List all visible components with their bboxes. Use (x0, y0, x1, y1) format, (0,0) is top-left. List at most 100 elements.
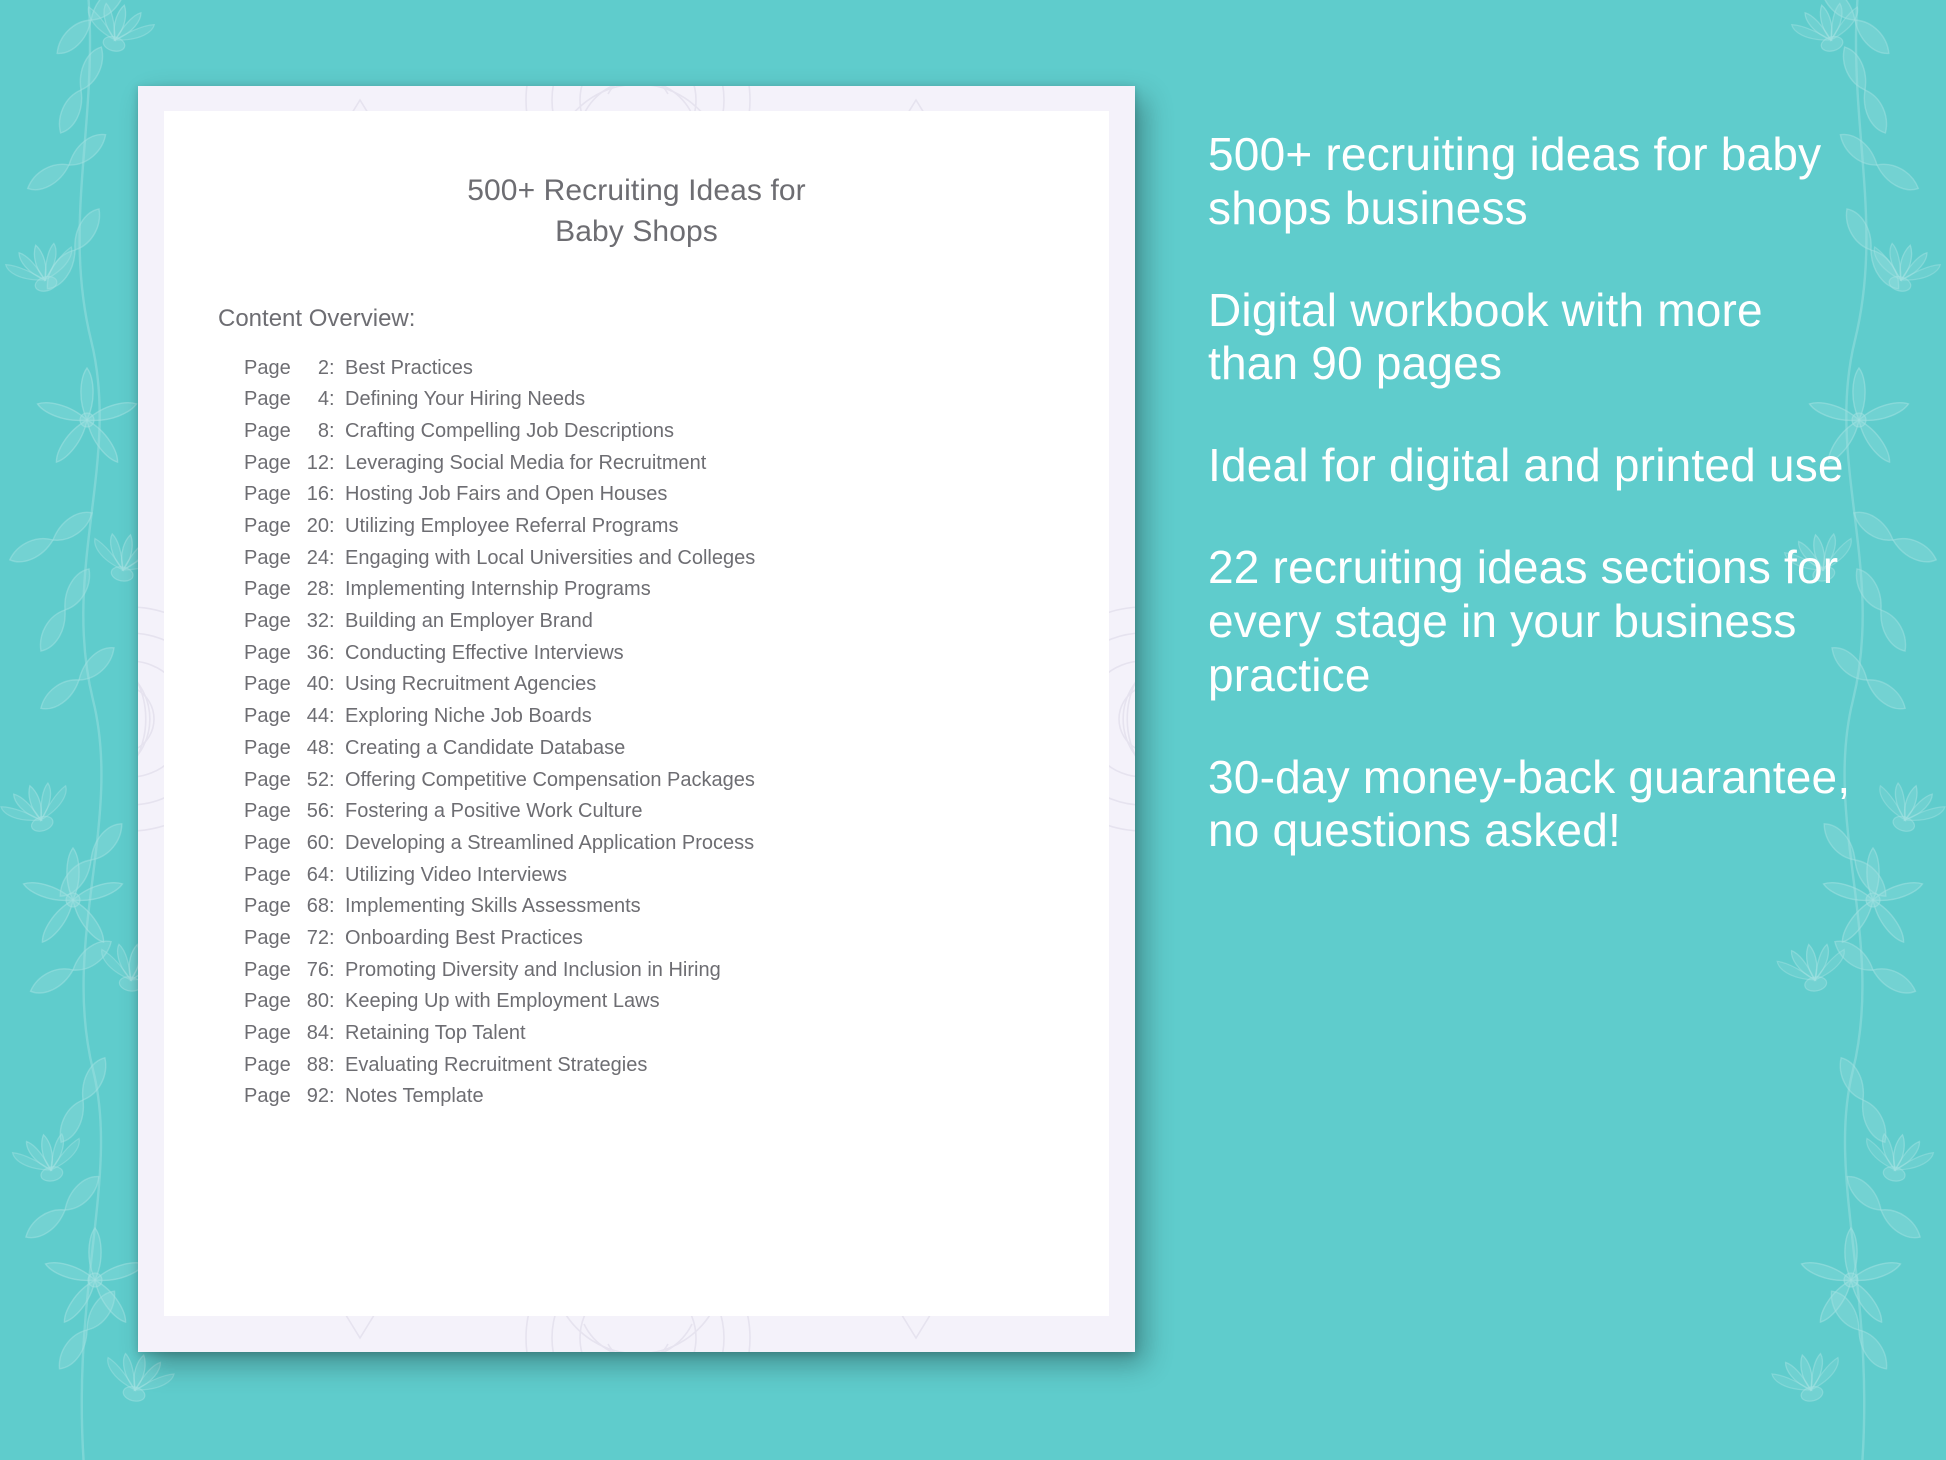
toc-entry-title: Building an Employer Brand (345, 610, 593, 633)
toc-colon: : (329, 546, 335, 569)
content-overview-label: Content Overview: (218, 304, 416, 332)
toc-page-label: Page (244, 831, 291, 854)
toc-colon: : (329, 388, 335, 411)
table-of-contents-row: Page 92: Notes Template (244, 1085, 1109, 1117)
toc-colon: : (329, 926, 335, 949)
document-page: 500+ Recruiting Ideas for Baby Shops Cont… (138, 86, 1135, 1352)
table-of-contents-row: Page 84: Retaining Top Talent (244, 1022, 1109, 1054)
toc-page-number: 32 (306, 610, 329, 633)
toc-page-number: 2 (317, 356, 329, 379)
background-canvas: 500+ Recruiting Ideas for Baby Shops Cont… (0, 0, 1946, 1460)
toc-page-label: Page (244, 958, 291, 981)
toc-entry-title: Keeping Up with Employment Laws (345, 990, 660, 1013)
toc-entry-title: Fostering a Positive Work Culture (345, 800, 643, 823)
toc-colon: : (329, 483, 335, 506)
toc-colon: : (329, 515, 335, 538)
toc-colon: : (329, 1053, 335, 1076)
toc-page-label: Page (244, 451, 291, 474)
table-of-contents-row: Page 48: Creating a Candidate Database (244, 737, 1109, 769)
marketing-bullet: 22 recruiting ideas sections for every s… (1208, 541, 1839, 701)
toc-page-label: Page (244, 895, 291, 918)
toc-page-label: Page (244, 1022, 291, 1045)
toc-page-number: 80 (306, 990, 329, 1013)
toc-page-number: 56 (306, 800, 329, 823)
toc-entry-title: Promoting Diversity and Inclusion in Hir… (345, 958, 721, 981)
toc-colon: : (329, 736, 335, 759)
toc-colon: : (329, 356, 335, 379)
table-of-contents-row: Page 76: Promoting Diversity and Inclusion… (244, 959, 1109, 991)
table-of-contents-row: Page 2: Best Practices (244, 357, 1109, 389)
toc-entry-title: Evaluating Recruitment Strategies (345, 1053, 648, 1076)
toc-page-label: Page (244, 673, 291, 696)
toc-entry-title: Developing a Streamlined Application Pro… (345, 831, 755, 854)
toc-page-number: 68 (306, 895, 329, 918)
toc-entry-title: Implementing Internship Programs (345, 578, 651, 601)
toc-page-label: Page (244, 800, 291, 823)
toc-page-number: 72 (306, 926, 329, 949)
toc-page-label: Page (244, 1053, 291, 1076)
toc-page-label: Page (244, 356, 291, 379)
toc-colon: : (329, 768, 335, 791)
table-of-contents-row: Page 60: Developing a Streamlined Applicat… (244, 832, 1109, 864)
table-of-contents-row: Page 8: Crafting Compelling Job Descriptio… (244, 420, 1109, 452)
table-of-contents-row: Page 24: Engaging with Local Universities … (244, 547, 1109, 579)
toc-page-label: Page (244, 419, 291, 442)
toc-page-number: 92 (306, 1085, 329, 1108)
toc-page-label: Page (244, 990, 291, 1013)
toc-colon: : (329, 1085, 335, 1108)
toc-entry-title: Utilizing Video Interviews (345, 863, 567, 886)
toc-page-number: 44 (306, 705, 329, 728)
toc-entry-title: Defining Your Hiring Needs (345, 388, 586, 411)
toc-page-label: Page (244, 610, 291, 633)
toc-page-number: 8 (317, 419, 329, 442)
toc-page-number: 24 (306, 546, 329, 569)
toc-entry-title: Implementing Skills Assessments (345, 895, 641, 918)
toc-page-label: Page (244, 578, 291, 601)
toc-entry-title: Offering Competitive Compensation Packag… (345, 768, 755, 791)
toc-page-number: 12 (306, 451, 329, 474)
table-of-contents-row: Page 32: Building an Employer Brand (244, 610, 1109, 642)
toc-entry-title: Crafting Compelling Job Descriptions (345, 419, 675, 442)
marketing-bullet: 500+ recruiting ideas for baby shops bus… (1208, 128, 1822, 234)
table-of-contents-row: Page 16: Hosting Job Fairs and Open Houses (244, 483, 1109, 515)
toc-entry-title: Exploring Niche Job Boards (345, 705, 592, 728)
toc-colon: : (329, 610, 335, 633)
toc-page-label: Page (244, 736, 291, 759)
toc-page-label: Page (244, 1085, 291, 1108)
toc-entry-title: Hosting Job Fairs and Open Houses (345, 483, 668, 506)
toc-colon: : (329, 958, 335, 981)
table-of-contents-row: Page 64: Utilizing Video Interviews (244, 864, 1109, 896)
table-of-contents-row: Page 12: Leveraging Social Media for Recru… (244, 452, 1109, 484)
toc-page-number: 88 (306, 1053, 329, 1076)
toc-entry-title: Onboarding Best Practices (345, 926, 583, 949)
toc-entry-title: Utilizing Employee Referral Programs (345, 515, 679, 538)
table-of-contents-row: Page 4: Defining Your Hiring Needs (244, 388, 1109, 420)
toc-colon: : (329, 673, 335, 696)
toc-page-number: 20 (306, 515, 329, 538)
toc-colon: : (329, 578, 335, 601)
toc-entry-title: Using Recruitment Agencies (345, 673, 597, 696)
toc-page-label: Page (244, 515, 291, 538)
toc-page-number: 40 (306, 673, 329, 696)
toc-colon: : (329, 990, 335, 1013)
table-of-contents-row: Page 36: Conducting Effective Interviews (244, 642, 1109, 674)
table-of-contents-row: Page 68: Implementing Skills Assessments (244, 895, 1109, 927)
toc-entry-title: Notes Template (345, 1085, 484, 1108)
table-of-contents-row: Page 56: Fostering a Positive Work Culture (244, 800, 1109, 832)
toc-page-label: Page (244, 863, 291, 886)
toc-page-label: Page (244, 546, 291, 569)
toc-colon: : (329, 863, 335, 886)
table-of-contents-row: Page 28: Implementing Internship Programs (244, 578, 1109, 610)
toc-page-label: Page (244, 483, 291, 506)
table-of-contents-row: Page 88: Evaluating Recruitment Strategies (244, 1054, 1109, 1086)
toc-entry-title: Best Practices (345, 356, 473, 379)
toc-entry-title: Retaining Top Talent (345, 1022, 526, 1045)
marketing-bullet: Ideal for digital and printed use (1208, 439, 1844, 492)
toc-page-label: Page (244, 768, 291, 791)
toc-page-number: 64 (306, 863, 329, 886)
toc-page-number: 76 (306, 958, 329, 981)
toc-page-number: 60 (306, 831, 329, 854)
toc-page-number: 52 (306, 768, 329, 791)
toc-entry-title: Leveraging Social Media for Recruitment (345, 451, 707, 474)
toc-colon: : (329, 451, 335, 474)
